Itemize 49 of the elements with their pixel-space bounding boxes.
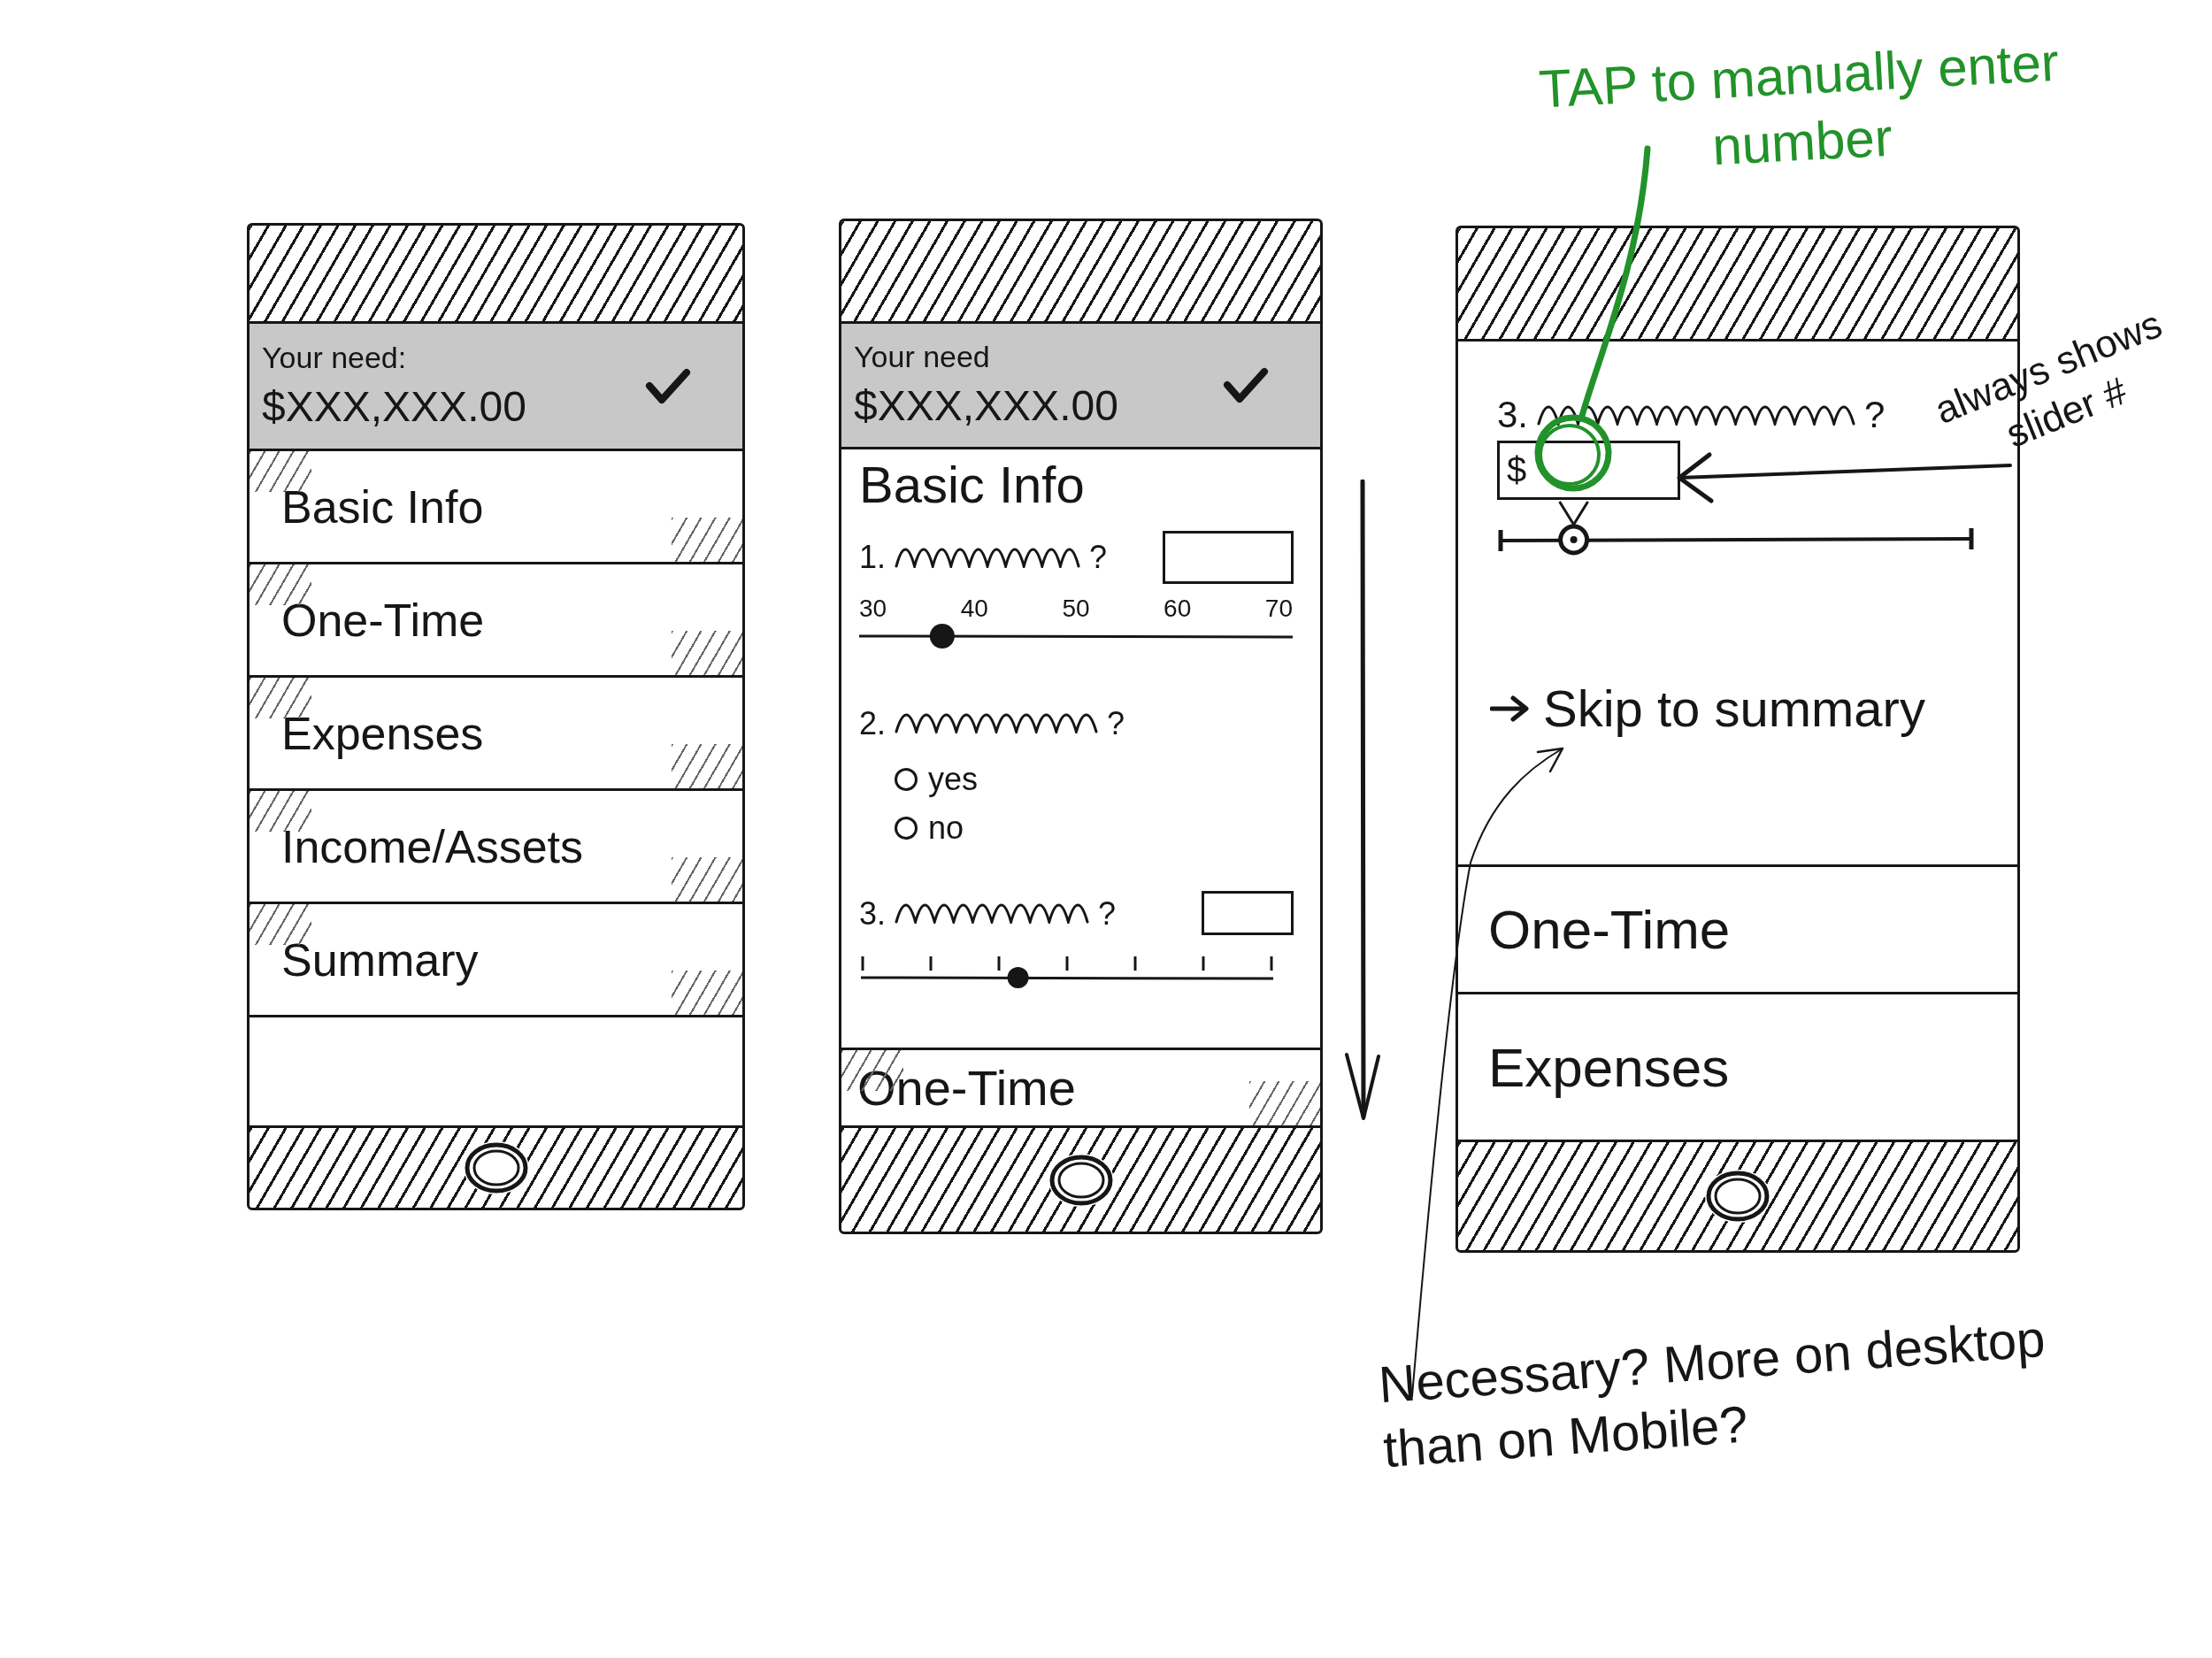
need-amount: $XXX,XXX.00 — [262, 382, 526, 433]
skip-link[interactable]: Skip to summary — [1490, 679, 1925, 739]
need-label: Your need: — [262, 340, 408, 377]
section-heading: Basic Info — [859, 457, 1086, 513]
scale-label: 30 — [859, 595, 887, 621]
section-row[interactable]: One-Time — [1458, 864, 2017, 992]
scale-label: 50 — [1062, 595, 1090, 621]
section-row[interactable]: Income/Assets — [250, 791, 742, 904]
section-row[interactable]: One-Time — [250, 564, 742, 678]
scribble-icon — [895, 546, 1081, 568]
slider-thumb[interactable] — [929, 623, 955, 649]
section-row[interactable]: One-Time — [841, 1048, 1320, 1125]
scribble-icon — [895, 902, 1090, 925]
scale-label: 70 — [1264, 595, 1293, 621]
section-row[interactable]: Expenses — [250, 678, 742, 791]
slider-thumb[interactable] — [1558, 501, 1590, 556]
question-mark: ? — [1864, 393, 1886, 437]
scribble-icon — [895, 712, 1099, 734]
check-icon — [645, 367, 691, 405]
input-field[interactable] — [1202, 891, 1294, 936]
radio-option[interactable]: yes — [895, 760, 1294, 799]
home-button-icon[interactable] — [463, 1141, 529, 1194]
question-mark: ? — [1089, 538, 1108, 577]
highlight-circle-icon — [1534, 414, 1612, 492]
question-mark: ? — [1107, 703, 1125, 742]
scribble-icon — [1537, 404, 1856, 426]
input-field[interactable] — [1163, 530, 1294, 584]
radio-option[interactable]: no — [895, 809, 1294, 848]
annotation-note: Necessary? More on desktop than on Mobile? — [1376, 1308, 2048, 1479]
scale-label: 60 — [1164, 595, 1192, 621]
annotation-note: TAP to manually enter number — [1536, 31, 2062, 179]
section-row[interactable]: Basic Info — [250, 451, 742, 564]
check-icon — [1223, 366, 1269, 404]
question-number: 2. — [859, 703, 887, 742]
down-arrow-icon — [1343, 480, 1382, 1122]
annotation-note: always shows slider # — [1927, 300, 2169, 457]
question-number: 3. — [859, 894, 887, 933]
scale-label: 40 — [960, 595, 988, 621]
need-label: Your need — [854, 339, 991, 376]
question-number: 1. — [859, 538, 887, 577]
home-button-icon[interactable] — [1705, 1170, 1770, 1223]
slider-thumb[interactable] — [1007, 967, 1029, 989]
slider-track[interactable] — [1497, 500, 1975, 556]
home-button-icon[interactable] — [1048, 1153, 1114, 1207]
question-number: 3. — [1497, 393, 1529, 437]
question-mark: ? — [1098, 894, 1117, 933]
section-row[interactable]: Summary — [250, 904, 742, 1017]
section-row[interactable]: Expenses — [1458, 992, 2017, 1140]
need-amount: $XXX,XXX.00 — [854, 381, 1118, 432]
